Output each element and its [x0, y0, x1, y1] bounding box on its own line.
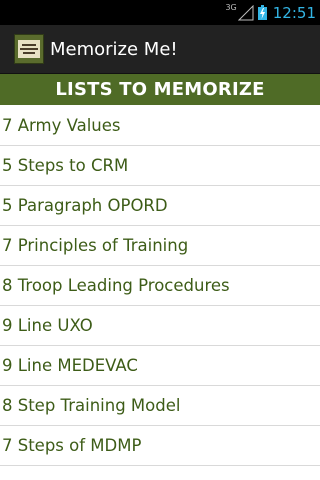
list-item-9-line-medevac[interactable]: 9 Line MEDEVAC	[0, 346, 320, 386]
list-item-9-line-uxo[interactable]: 9 Line UXO	[0, 306, 320, 346]
list-item-steps-of-mdmp[interactable]: 7 Steps of MDMP	[0, 426, 320, 466]
action-bar: Memorize Me!	[0, 25, 320, 74]
list-item-label: 7 Principles of Training	[2, 236, 189, 255]
signal-strength-icon	[237, 4, 254, 20]
network-type: 3G	[225, 3, 237, 12]
list-item-label: 8 Troop Leading Procedures	[2, 276, 230, 295]
list-item-paragraph-opord[interactable]: 5 Paragraph OPORD	[0, 186, 320, 226]
list-item-principles-of-training[interactable]: 7 Principles of Training	[0, 226, 320, 266]
section-header: LISTS TO MEMORIZE	[0, 74, 320, 105]
list-item-troop-leading-procedures[interactable]: 8 Troop Leading Procedures	[0, 266, 320, 306]
list-item-steps-to-crm[interactable]: 5 Steps to CRM	[0, 146, 320, 186]
list-item-army-values[interactable]: 7 Army Values	[0, 105, 320, 146]
list-item-label: 7 Army Values	[2, 115, 121, 135]
memorize-list: 7 Army Values 5 Steps to CRM 5 Paragraph…	[0, 105, 320, 466]
list-item-label: 5 Steps to CRM	[2, 156, 129, 175]
list-item-step-training-model[interactable]: 8 Step Training Model	[0, 386, 320, 426]
list-item-label: 9 Line MEDEVAC	[2, 356, 138, 375]
list-item-label: 8 Step Training Model	[2, 396, 181, 415]
battery-charging-icon	[257, 5, 267, 20]
list-item-label: 7 Steps of MDMP	[2, 436, 142, 455]
clock: 12:51	[272, 3, 316, 22]
app-title: Memorize Me!	[50, 38, 178, 60]
section-header-title: LISTS TO MEMORIZE	[55, 79, 265, 100]
army-infantry-guide-book-icon[interactable]	[14, 34, 44, 64]
list-item-label: 5 Paragraph OPORD	[2, 196, 168, 215]
list-item-label: 9 Line UXO	[2, 316, 93, 335]
status-bar: 3G 12:51	[0, 0, 320, 25]
